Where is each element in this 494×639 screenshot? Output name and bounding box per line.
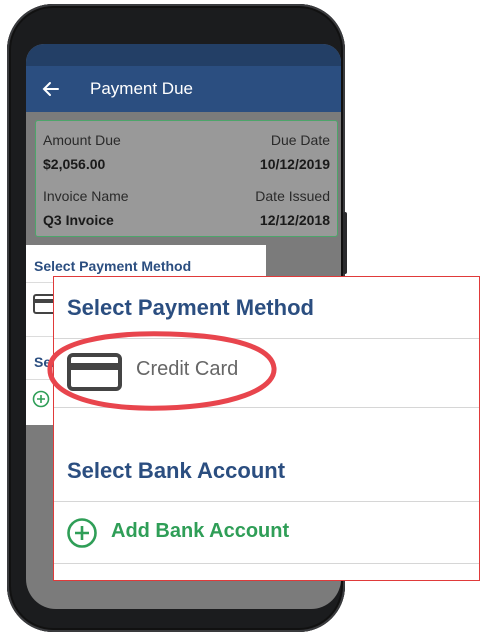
- divider: [54, 501, 479, 502]
- add-circle-icon[interactable]: [66, 517, 98, 549]
- select-bank-account-heading: Select Bank Account: [67, 458, 286, 483]
- amount-due-value: $2,056.00: [43, 156, 106, 172]
- invoice-name-value: Q3 Invoice: [43, 212, 114, 228]
- add-bank-account-button[interactable]: Add Bank Account: [111, 520, 289, 543]
- back-arrow-icon[interactable]: [41, 79, 61, 99]
- app-bar: Payment Due: [26, 66, 341, 112]
- invoice-summary-card: Amount Due $2,056.00 Due Date 10/12/2019…: [35, 120, 338, 237]
- invoice-name-label: Invoice Name: [43, 188, 129, 204]
- amount-due-label: Amount Due: [43, 132, 121, 148]
- page-title: Payment Due: [90, 79, 193, 98]
- due-date-value: 10/12/2019: [259, 156, 330, 172]
- side-button: [343, 212, 347, 274]
- sheet-payment-title: Select Payment Method: [34, 258, 192, 274]
- date-issued-label: Date Issued: [255, 188, 330, 204]
- zoom-callout: Select Payment Method Credit Card Select…: [53, 276, 480, 581]
- due-date-label: Due Date: [270, 132, 330, 148]
- select-payment-method-heading: Select Payment Method: [67, 295, 314, 320]
- divider: [54, 563, 479, 564]
- highlight-circle-annotation: [47, 331, 277, 411]
- date-issued-value: 12/12/2018: [259, 212, 330, 228]
- status-bar: [26, 44, 341, 66]
